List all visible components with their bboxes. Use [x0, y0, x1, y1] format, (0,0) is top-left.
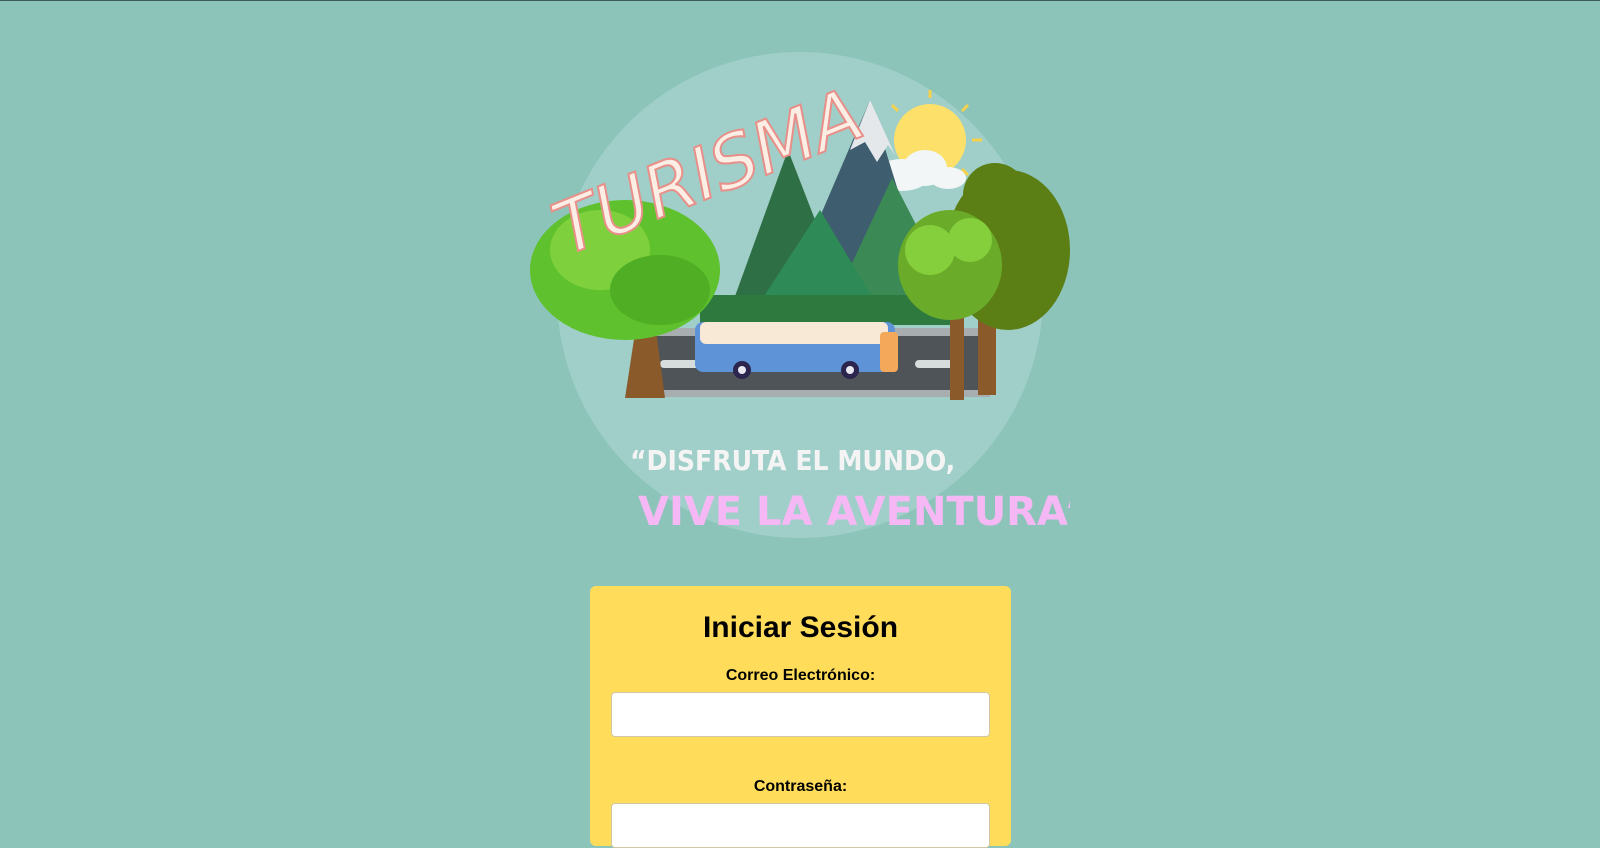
email-label: Correo Electrónico:	[725, 667, 876, 684]
bus-icon	[695, 322, 898, 379]
email-field[interactable]	[611, 692, 990, 737]
turisma-logo: TURISMA “DISFRUTA EL MUNDO, VIVE LA AVEN…	[530, 50, 1070, 550]
login-card: Iniciar Sesión Correo Electrónico: Contr…	[590, 586, 1011, 848]
password-label: Contraseña:	[753, 778, 848, 795]
svg-text:VIVE LA AVENTURA”: VIVE LA AVENTURA”	[638, 489, 1070, 535]
top-border	[0, 0, 1600, 1]
svg-text:“DISFRUTA EL MUNDO,: “DISFRUTA EL MUNDO,	[630, 444, 955, 477]
login-title: Iniciar Sesión	[702, 611, 899, 644]
password-field[interactable]	[611, 803, 990, 848]
